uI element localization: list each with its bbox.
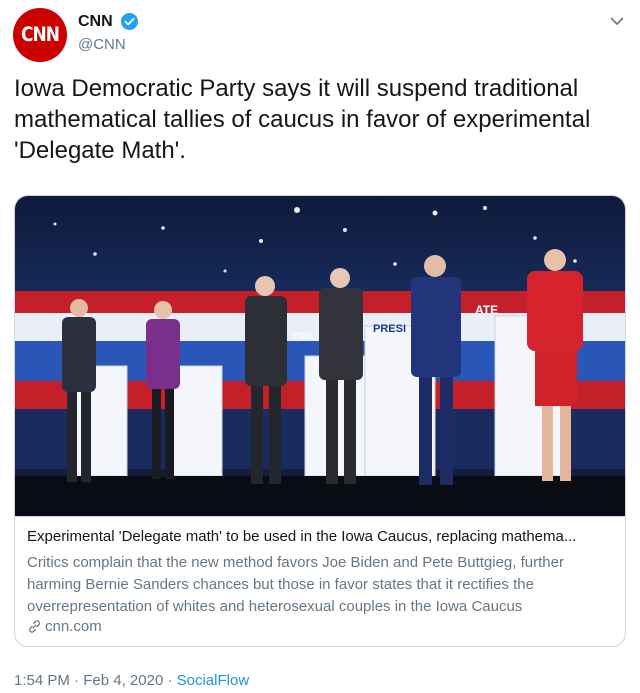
card-image[interactable]: PRESI ATE CNN bbox=[15, 196, 625, 516]
meta-separator: · bbox=[69, 672, 84, 689]
card-domain[interactable]: cnn.com bbox=[27, 618, 102, 635]
link-icon bbox=[29, 620, 40, 633]
card-title[interactable]: Experimental 'Delegate math' to be used … bbox=[27, 528, 617, 545]
tweet-source-link[interactable]: SocialFlow bbox=[177, 672, 250, 689]
cnn-logo: CNN bbox=[21, 23, 60, 47]
tweet: CNN CNN @CNN Iowa Democratic Party says … bbox=[0, 0, 640, 693]
podium-sign-ate: ATE bbox=[475, 303, 498, 317]
chevron-down-icon[interactable] bbox=[608, 12, 626, 30]
tweet-meta: 1:54 PM · Feb 4, 2020 · SocialFlow bbox=[14, 672, 249, 689]
link-card[interactable]: PRESI ATE CNN Experimental 'Delegate mat… bbox=[14, 195, 626, 647]
author-name[interactable]: CNN bbox=[78, 13, 113, 31]
card-description: Critics complain that the new method fav… bbox=[27, 554, 564, 615]
card-body[interactable]: Experimental 'Delegate math' to be used … bbox=[15, 516, 625, 646]
avatar[interactable]: CNN bbox=[13, 8, 67, 62]
card-domain-text: cnn.com bbox=[45, 618, 102, 635]
meta-separator: · bbox=[163, 672, 177, 689]
tweet-time[interactable]: 1:54 PM bbox=[14, 672, 70, 689]
podium-sign-president: PRESI bbox=[373, 323, 406, 335]
verified-badge-icon bbox=[121, 13, 138, 30]
author-handle[interactable]: @CNN bbox=[78, 36, 126, 53]
podium-sign-cnn: CNN bbox=[292, 331, 312, 341]
tweet-text: Iowa Democratic Party says it will suspe… bbox=[14, 75, 591, 164]
tweet-date[interactable]: Feb 4, 2020 bbox=[83, 672, 163, 689]
